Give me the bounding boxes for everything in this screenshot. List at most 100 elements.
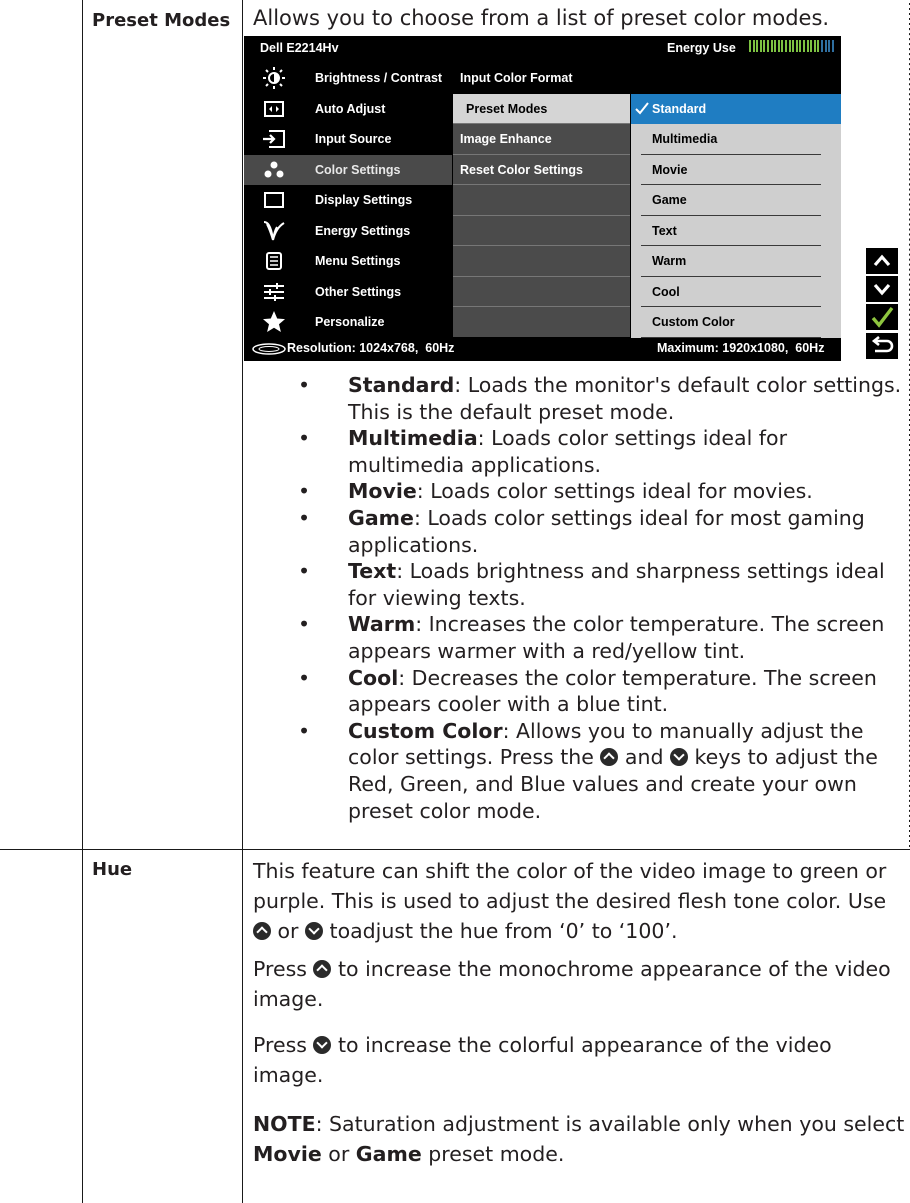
- osd-item-label: Energy Settings: [315, 223, 411, 238]
- osd-option: Game: [631, 185, 841, 216]
- osd-option: Movie: [631, 154, 841, 185]
- energy-meter-bar: [770, 40, 773, 52]
- osd-sub-item: Reset Color Settings: [453, 155, 630, 185]
- hue-increase-monochrome: Press to increase the monochrome appeara…: [253, 957, 891, 1011]
- down-arrow-icon: [866, 276, 898, 302]
- energy-meter-bar: [824, 40, 827, 52]
- hue-note: NOTE: Saturation adjustment is available…: [253, 1112, 905, 1166]
- osd-option: Custom Color: [631, 307, 841, 338]
- osd-model: Dell E2214Hv: [260, 41, 339, 55]
- list-item: Text: Loads brightness and sharpness set…: [258, 558, 908, 611]
- osd-item-label: Input Source: [315, 132, 392, 146]
- energy-meter-bar: [759, 40, 762, 52]
- down-key-icon: [313, 1036, 332, 1054]
- osd-item-color-settings: Color Settings: [244, 154, 452, 185]
- osd-resolution: Resolution: 1024x768, 60Hz: [287, 341, 455, 355]
- energy-meter: [749, 40, 836, 52]
- list-item: Movie: Loads color settings ideal for mo…: [258, 478, 908, 505]
- energy-meter-bar: [749, 40, 751, 52]
- list-item: Custom Color: Allows you to manually adj…: [258, 718, 908, 824]
- energy-meter-bar: [821, 40, 823, 52]
- hue-paragraph: This feature can shift the color of the …: [253, 859, 887, 943]
- osd-sub-empty: [453, 246, 630, 277]
- energy-meter-bar: [781, 40, 784, 52]
- energy-settings-icon: [262, 220, 286, 242]
- osd-item-input-source: Input Source: [244, 124, 452, 155]
- energy-meter-bar: [763, 40, 766, 52]
- list-item: Standard: Loads the monitor's default co…: [258, 372, 908, 425]
- osd-option: Warm: [631, 246, 841, 277]
- energy-meter-bar: [828, 40, 831, 52]
- energy-meter-bar: [795, 40, 798, 52]
- osd-options-spacer: [631, 63, 841, 94]
- osd-option: Cool: [631, 276, 841, 307]
- color-settings-icon: [262, 159, 286, 181]
- osd-item-display-settings: Display Settings: [244, 185, 452, 216]
- energy-meter-bar: [756, 40, 759, 52]
- input-source-icon: [262, 128, 286, 150]
- list-item: Warm: Increases the color temperature. T…: [258, 611, 908, 664]
- energy-meter-bar: [799, 40, 802, 52]
- osd-maximum: Maximum: 1920x1080, 60Hz: [657, 341, 825, 355]
- osd-main-menu: Brightness / Contrast Auto Adjust Input …: [244, 63, 452, 338]
- osd-item-energy-settings: Energy Settings: [244, 216, 452, 247]
- energy-meter-bar: [767, 40, 769, 52]
- energy-meter-bar: [752, 40, 755, 52]
- osd-option-selected: Standard: [631, 93, 841, 124]
- list-item: Game: Loads color settings ideal for mos…: [258, 505, 908, 558]
- osd-sub-item: Image Enhance: [453, 124, 630, 155]
- osd-sub-item-active: Preset Modes: [453, 93, 630, 124]
- osd-option: Multimedia: [631, 124, 841, 155]
- osd-item-other-settings: Other Settings: [244, 277, 452, 308]
- osd-option: Text: [631, 215, 841, 246]
- osd-item-label: Other Settings: [315, 284, 402, 299]
- osd-item-label: Brightness / Contrast: [315, 71, 443, 85]
- osd-sub-menu: Input Color Format Preset Modes Image En…: [453, 63, 630, 337]
- energy-meter-bar: [785, 40, 787, 52]
- up-arrow-icon: [866, 248, 898, 274]
- osd-item-label: Menu Settings: [315, 254, 401, 268]
- back-icon: [866, 333, 898, 359]
- energy-meter-bar: [831, 40, 834, 52]
- energy-meter-bar: [777, 40, 780, 52]
- osd-menu-screenshot: Dell E2214Hv Energy Use Brightness / Con…: [244, 36, 841, 361]
- resolution-icon: [252, 343, 286, 355]
- osd-sub-empty: [453, 277, 630, 307]
- preset-modes-intro: Allows you to choose from a list of pres…: [253, 6, 830, 30]
- osd-item-auto-adjust: Auto Adjust: [244, 94, 452, 125]
- energy-meter-bar: [806, 40, 809, 52]
- auto-adjust-icon: [262, 98, 286, 120]
- row-label-hue: Hue: [92, 859, 133, 880]
- row-label-preset-modes: Preset Modes: [92, 10, 231, 31]
- up-key-icon: [313, 960, 332, 978]
- up-key-icon: [600, 748, 619, 767]
- check-icon: [635, 101, 649, 114]
- osd-item-brightness-contrast: Brightness / Contrast: [244, 63, 452, 94]
- check-icon: [866, 304, 898, 330]
- osd-item-menu-settings: Menu Settings: [244, 246, 452, 277]
- osd-item-personalize: Personalize: [244, 307, 452, 338]
- up-key-icon: [253, 922, 271, 940]
- table-border: [82, 0, 83, 1203]
- osd-options: Standard Multimedia Movie Game Text Warm…: [631, 63, 841, 338]
- menu-settings-icon: [262, 250, 286, 272]
- energy-meter-bar: [788, 40, 791, 52]
- osd-item-label: Color Settings: [315, 162, 401, 177]
- energy-meter-bar: [803, 40, 805, 52]
- star-icon: [262, 311, 286, 333]
- osd-energy-label: Energy Use: [667, 41, 736, 55]
- down-key-icon: [670, 748, 689, 767]
- energy-meter-bar: [813, 40, 816, 52]
- list-item: Multimedia: Loads color settings ideal f…: [258, 425, 908, 478]
- table-border: [242, 0, 243, 1203]
- osd-sub-empty: [453, 185, 630, 216]
- energy-meter-bar: [774, 40, 777, 52]
- hue-increase-colorful: Press to increase the colorful appearanc…: [253, 1033, 832, 1087]
- brightness-icon: [262, 67, 286, 89]
- osd-sub-item: Input Color Format: [453, 63, 630, 94]
- row-divider: [0, 849, 910, 850]
- osd-item-label: Personalize: [315, 315, 385, 329]
- osd-item-label: Auto Adjust: [315, 101, 386, 116]
- list-item: Cool: Decreases the color temperature. T…: [258, 665, 908, 718]
- preset-mode-list: Standard: Loads the monitor's default co…: [258, 372, 908, 824]
